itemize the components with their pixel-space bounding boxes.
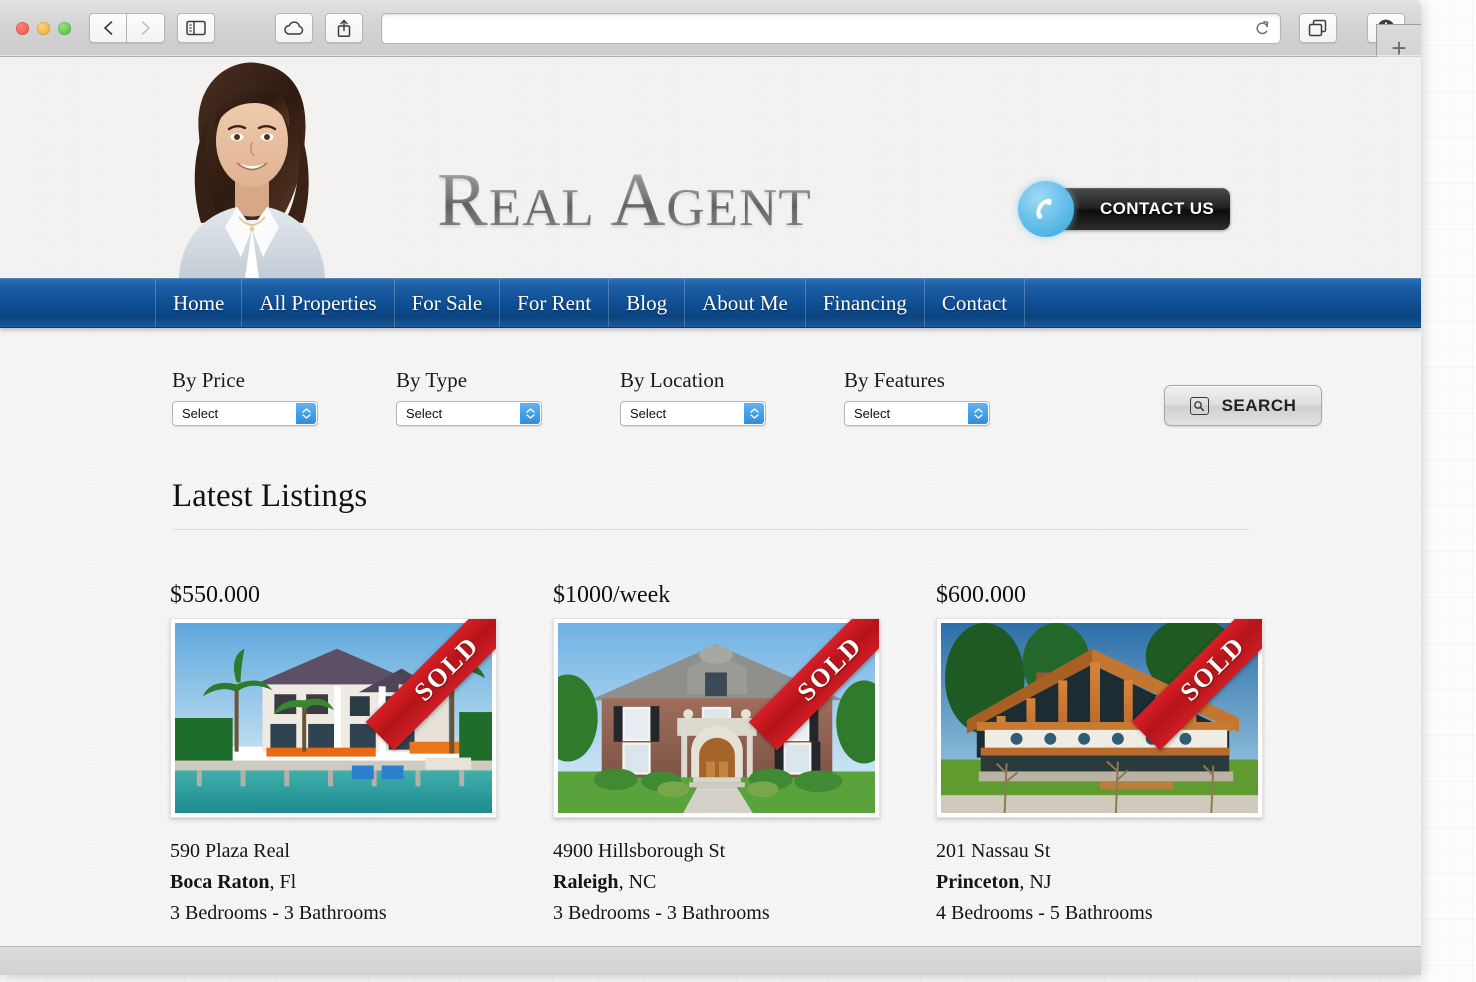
search-icon [1189,396,1209,415]
chevron-down-icon [749,414,759,419]
site-title: Real Agent [437,158,812,242]
nav-item-for-rent[interactable]: For Rent [500,279,610,327]
phone-icon [1018,181,1074,237]
listing-details: 201 Nassau St Princeton, NJ 4 Bedrooms -… [936,840,1319,925]
reload-button[interactable] [1255,20,1270,36]
address-bar[interactable] [381,12,1281,44]
window-controls [16,21,71,35]
url-input[interactable] [392,20,1255,36]
contact-us-button[interactable]: CONTACT US [1018,181,1230,237]
listing-address: 590 Plaza Real [170,840,290,862]
by-location-value: Select [630,406,667,421]
nav-item-home[interactable]: Home [155,279,243,327]
property-search-filters: By Price Select By Type Select By Locati… [0,328,1421,426]
by-features-stepper[interactable] [968,403,988,424]
window-bottom-bar [0,946,1421,975]
listing-card[interactable]: $1000/week SOLD 4900 Hillsborough St Ral… [553,582,936,933]
search-button-label: SEARCH [1221,395,1297,415]
minimize-window-button[interactable] [37,21,50,35]
agent-photo [163,57,341,278]
zoom-window-button[interactable] [58,21,71,35]
filter-by-location-label: By Location [620,368,725,392]
listing-rooms: 4 Bedrooms - 5 Bathrooms [936,902,1153,924]
section-divider [172,529,1249,530]
by-features-select[interactable]: Select [844,401,990,426]
by-price-stepper[interactable] [296,403,316,424]
close-window-button[interactable] [16,21,29,35]
listing-city: Princeton [936,871,1020,893]
nav-item-contact[interactable]: Contact [925,279,1026,327]
by-location-select[interactable]: Select [620,401,766,426]
listing-price: $1000/week [553,582,671,608]
listing-photo[interactable]: SOLD [170,618,497,818]
chevron-up-icon [301,408,311,413]
site-header: Real Agent CONTACT US [0,57,1421,278]
listing-price: $600.000 [936,582,1026,608]
listing-state: , Fl [269,871,297,893]
back-button[interactable] [89,13,127,43]
listing-address: 4900 Hillsborough St [553,840,726,862]
listing-rooms: 3 Bedrooms - 3 Bathrooms [170,902,387,924]
sidebar-icon [186,20,206,36]
by-price-value: Select [182,406,219,421]
share-button[interactable] [325,13,363,43]
main-navigation: Home All Properties For Sale For Rent Bl… [0,278,1421,328]
chevron-left-icon [104,21,113,35]
by-type-select[interactable]: Select [396,401,542,426]
listing-state: , NC [618,871,657,893]
chevron-up-icon [749,408,759,413]
listing-address: 201 Nassau St [936,840,1051,862]
listing-details: 4900 Hillsborough St Raleigh, NC 3 Bedro… [553,840,936,925]
nav-item-blog[interactable]: Blog [609,279,686,327]
filter-by-type: By Type Select [396,368,620,426]
icloud-tabs-button[interactable] [275,13,313,43]
listing-state: , NJ [1019,871,1052,893]
listings-grid: $550.000 SOLD 590 Plaza Real Boca Raton,… [0,582,1421,933]
listing-details: 590 Plaza Real Boca Raton, Fl 3 Bedrooms… [170,840,553,925]
listing-city: Boca Raton [170,871,270,893]
share-icon [337,19,351,37]
by-price-select[interactable]: Select [172,401,318,426]
page-title: Latest Listings [172,478,368,514]
filter-by-price: By Price Select [172,368,396,426]
chevron-up-icon [525,408,535,413]
listing-photo[interactable]: SOLD [936,618,1263,818]
filter-by-location: By Location Select [620,368,844,426]
listing-price: $550.000 [170,582,260,608]
browser-toolbar: + [0,0,1421,71]
listing-rooms: 3 Bedrooms - 3 Bathrooms [553,902,770,924]
chevron-down-icon [525,414,535,419]
filter-by-features: By Features Select [844,368,1068,426]
browser-window: + Real Agent CONTACT US Home All Propert… [0,0,1421,975]
web-page-content: Real Agent CONTACT US Home All Propertie… [0,57,1421,975]
tab-overview-button[interactable] [1299,13,1337,43]
chevron-right-icon [141,21,150,35]
by-type-value: Select [406,406,443,421]
filter-by-type-label: By Type [396,368,468,392]
chevron-up-icon [973,408,983,413]
reload-icon [1256,20,1269,35]
filter-by-features-label: By Features [844,368,945,392]
forward-button[interactable] [127,13,165,43]
cloud-icon [283,20,303,35]
listing-card[interactable]: $550.000 SOLD 590 Plaza Real Boca Raton,… [170,582,553,933]
listing-city: Raleigh [553,871,619,893]
chevron-down-icon [973,414,983,419]
by-type-stepper[interactable] [520,403,540,424]
search-button[interactable]: SEARCH [1164,385,1322,426]
sidebar-toggle-button[interactable] [177,13,215,43]
nav-item-all-properties[interactable]: All Properties [242,279,395,327]
by-features-value: Select [854,406,891,421]
tab-overview-icon [1308,19,1327,37]
listing-photo[interactable]: SOLD [553,618,880,818]
navigation-buttons [89,13,165,43]
nav-item-about-me[interactable]: About Me [685,279,806,327]
filter-by-price-label: By Price [172,368,245,392]
nav-item-financing[interactable]: Financing [806,279,925,327]
contact-us-label: CONTACT US [1100,199,1215,218]
chevron-down-icon [301,414,311,419]
by-location-stepper[interactable] [744,403,764,424]
nav-item-for-sale[interactable]: For Sale [395,279,501,327]
listing-card[interactable]: $600.000 SOLD 201 Nassau St Princeton, N… [936,582,1319,933]
